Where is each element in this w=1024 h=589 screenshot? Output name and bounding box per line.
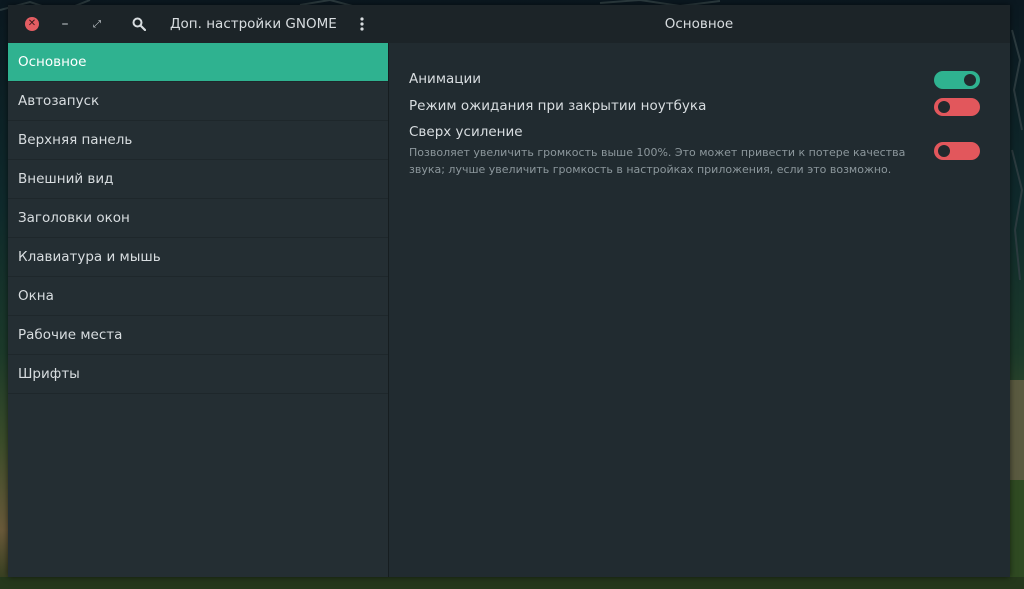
- sidebar-item-startup[interactable]: Автозапуск: [8, 82, 388, 121]
- setting-row-over-amplification: Сверх усиление Позволяет увеличить громк…: [409, 124, 980, 178]
- close-button[interactable]: ✕: [21, 5, 43, 43]
- header-bar: ✕ – ⤢ Доп. настройки GNOME Основное: [8, 5, 1010, 43]
- suspend-lid-label: Режим ожидания при закрытии ноутбука: [409, 98, 707, 114]
- vertical-dots-icon: [360, 17, 364, 31]
- sidebar: Основное Автозапуск Верхняя панель Внешн…: [8, 43, 389, 577]
- sidebar-item-windows[interactable]: Окна: [8, 277, 388, 316]
- suspend-lid-toggle[interactable]: [934, 98, 980, 116]
- animations-toggle[interactable]: [934, 71, 980, 89]
- sidebar-item-general[interactable]: Основное: [8, 43, 388, 82]
- toggle-knob: [938, 101, 950, 113]
- over-amplification-label: Сверх усиление: [409, 124, 523, 140]
- tweaks-window: ✕ – ⤢ Доп. настройки GNOME Основное Осно…: [8, 5, 1010, 577]
- minimize-icon: –: [61, 16, 69, 32]
- sidebar-item-fonts[interactable]: Шрифты: [8, 355, 388, 394]
- close-icon: ✕: [25, 17, 39, 31]
- over-amplification-toggle[interactable]: [934, 142, 980, 160]
- sidebar-item-keyboard-mouse[interactable]: Клавиатура и мышь: [8, 238, 388, 277]
- maximize-icon: ⤢: [93, 18, 101, 30]
- search-button[interactable]: [128, 5, 150, 43]
- app-title: Доп. настройки GNOME: [170, 16, 337, 32]
- sidebar-item-workspaces[interactable]: Рабочие места: [8, 316, 388, 355]
- setting-row-suspend-lid: Режим ожидания при закрытии ноутбука: [409, 98, 980, 116]
- page-title: Основное: [664, 16, 734, 32]
- maximize-button[interactable]: ⤢: [88, 5, 106, 43]
- toggle-knob: [938, 145, 950, 157]
- app-menu-button[interactable]: [354, 5, 370, 43]
- settings-panel: Анимации Режим ожидания при закрытии ноу…: [389, 43, 1010, 577]
- minimize-button[interactable]: –: [56, 5, 74, 43]
- animations-label: Анимации: [409, 71, 482, 87]
- search-icon: [132, 17, 146, 31]
- setting-row-animations: Анимации: [409, 71, 980, 89]
- over-amplification-description: Позволяет увеличить громкость выше 100%.…: [409, 146, 906, 176]
- sidebar-item-appearance[interactable]: Внешний вид: [8, 160, 388, 199]
- toggle-knob: [964, 74, 976, 86]
- sidebar-item-top-bar[interactable]: Верхняя панель: [8, 121, 388, 160]
- sidebar-item-window-titlebars[interactable]: Заголовки окон: [8, 199, 388, 238]
